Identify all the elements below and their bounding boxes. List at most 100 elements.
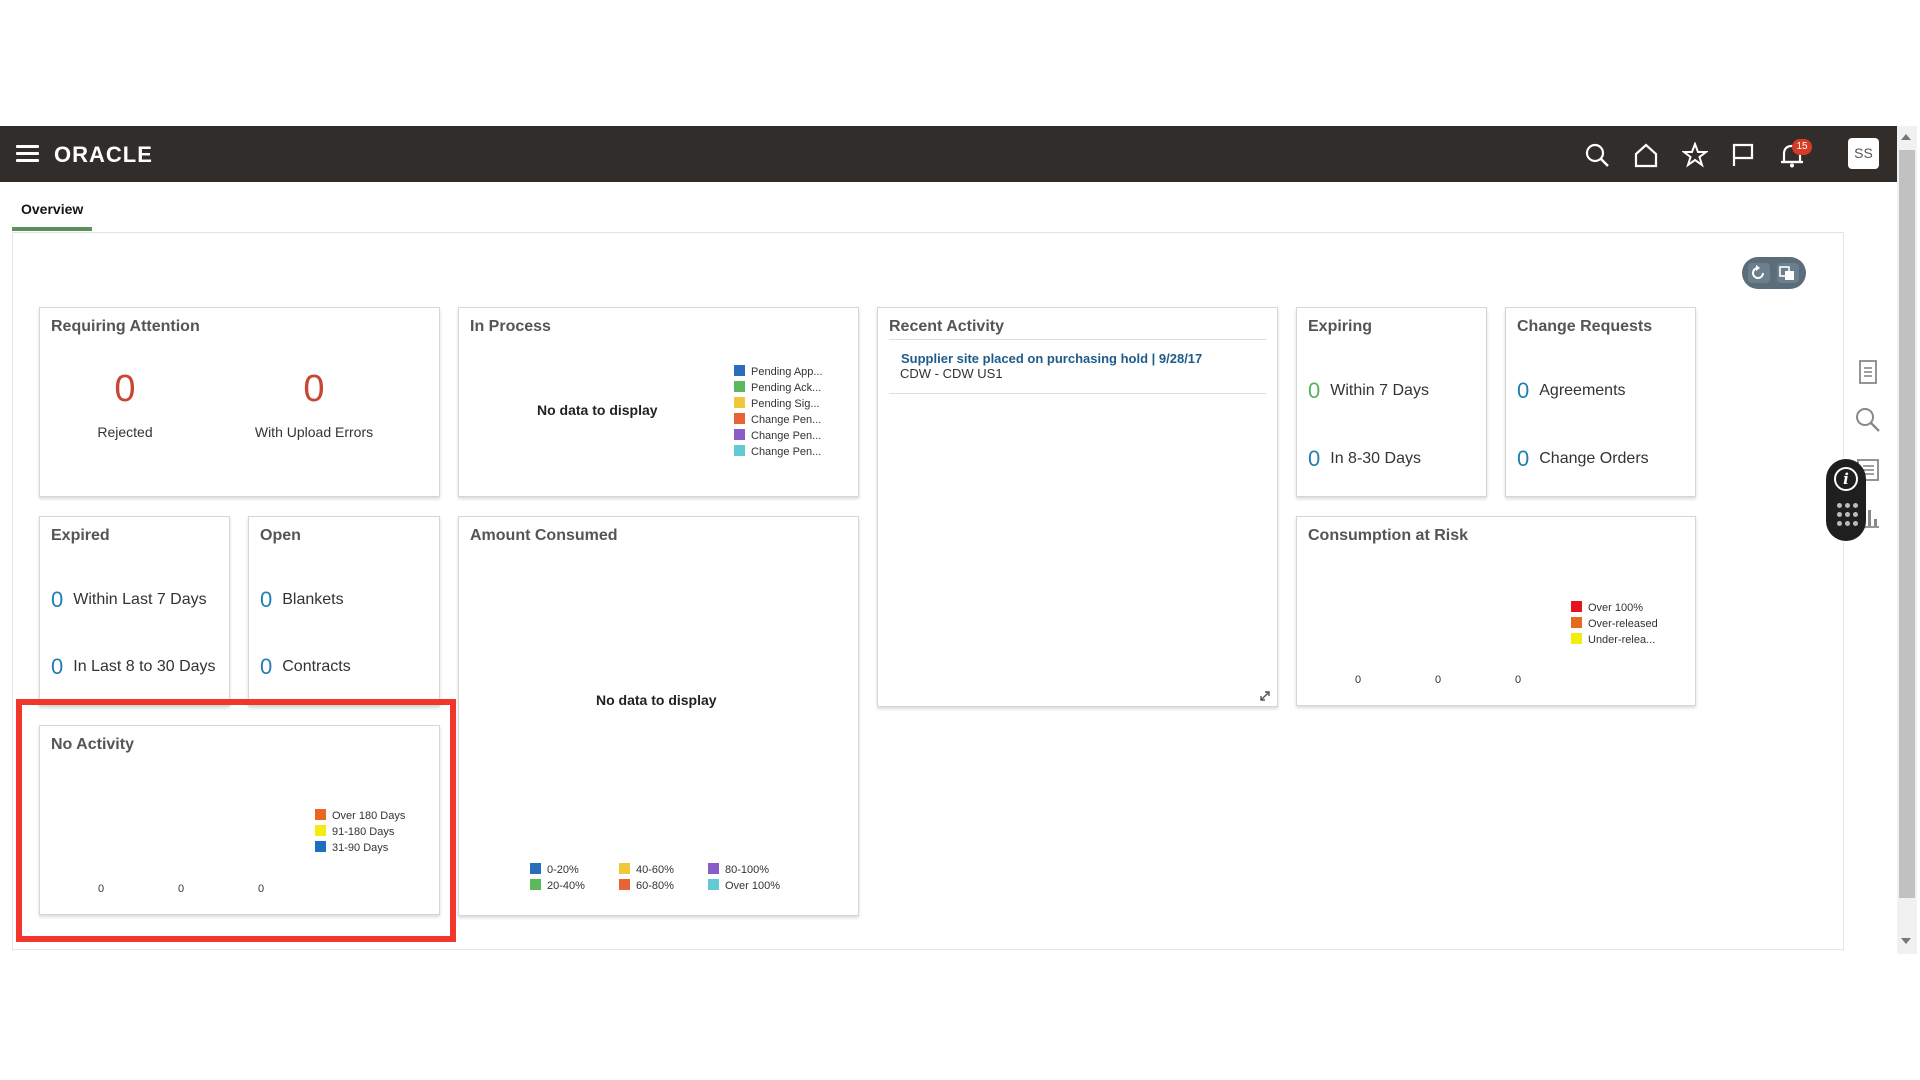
rejected-count[interactable]: 0 xyxy=(100,368,150,411)
card-title[interactable]: Change Requests xyxy=(1517,318,1652,336)
guided-help-widget: i xyxy=(1826,459,1866,541)
legend-swatch xyxy=(315,825,326,836)
tab-overview[interactable]: Overview xyxy=(12,196,93,231)
requiring-attention-card[interactable]: Requiring Attention 0 Rejected 0 With Up… xyxy=(39,307,440,497)
card-title[interactable]: In Process xyxy=(470,318,551,336)
legend-item: 31-90 Days xyxy=(315,840,405,856)
card-title[interactable]: Requiring Attention xyxy=(51,318,200,336)
infolet-toolbar xyxy=(1742,257,1806,289)
legend-item: 60-80% xyxy=(619,878,674,894)
star-icon[interactable] xyxy=(1681,141,1709,168)
legend-swatch xyxy=(708,879,719,890)
metric-value: 0 xyxy=(260,654,273,679)
metric-label: Within Last 7 Days xyxy=(73,591,207,608)
legend-item: Change Pen... xyxy=(734,428,823,444)
activity-link[interactable]: Supplier site placed on purchasing hold … xyxy=(901,351,1202,366)
metric-value: 0 xyxy=(260,587,273,612)
scroll-up-arrow-icon[interactable] xyxy=(1901,134,1911,140)
metric-label: Contracts xyxy=(282,658,351,675)
legend-swatch xyxy=(530,863,541,874)
navigator-menu-icon[interactable] xyxy=(16,145,39,163)
scrollbar-thumb[interactable] xyxy=(1899,150,1915,898)
card-title[interactable]: Recent Activity xyxy=(889,318,1004,336)
scroll-down-arrow-icon[interactable] xyxy=(1901,938,1911,944)
no-data-message: No data to display xyxy=(537,402,658,418)
open-blankets[interactable]: 0 Blankets xyxy=(260,587,344,613)
metric-label: Within 7 Days xyxy=(1330,382,1429,399)
flag-icon[interactable] xyxy=(1730,142,1756,168)
legend-swatch xyxy=(315,841,326,852)
legend-item: Over-released xyxy=(1571,616,1658,632)
user-avatar[interactable]: SS xyxy=(1848,138,1879,169)
legend-item: 0-20% xyxy=(530,862,585,878)
legend-item: Over 100% xyxy=(708,878,780,894)
legend-swatch xyxy=(734,445,745,456)
metric-label: Blankets xyxy=(282,591,344,608)
card-title[interactable]: Amount Consumed xyxy=(470,527,618,545)
amount-consumed-card[interactable]: Amount Consumed No data to display 0-20%… xyxy=(458,516,859,916)
home-icon[interactable] xyxy=(1633,142,1659,168)
metric-label: In Last 8 to 30 Days xyxy=(73,658,216,675)
metric-value: 0 xyxy=(1308,446,1321,471)
card-title[interactable]: Consumption at Risk xyxy=(1308,527,1468,545)
chart-legend: 80-100% Over 100% xyxy=(708,862,780,894)
metric-value: 0 xyxy=(1517,446,1530,471)
expand-icon[interactable] xyxy=(1259,689,1271,701)
consumption-at-risk-card[interactable]: Consumption at Risk Over 100% Over-relea… xyxy=(1296,516,1696,706)
card-title[interactable]: Expiring xyxy=(1308,318,1372,336)
recent-activity-card[interactable]: Recent Activity Supplier site placed on … xyxy=(877,307,1278,707)
legend-swatch xyxy=(734,365,745,376)
page-tabs: Overview xyxy=(12,196,93,231)
chart-legend: Pending App... Pending Ack... Pending Si… xyxy=(734,364,823,460)
expiring-card[interactable]: Expiring 0 Within 7 Days 0 In 8-30 Days xyxy=(1296,307,1487,497)
legend-item: Change Pen... xyxy=(734,412,823,428)
chart-legend: Over 180 Days 91-180 Days 31-90 Days xyxy=(315,808,405,856)
legend-item: Over 100% xyxy=(1571,600,1658,616)
legend-item: 80-100% xyxy=(708,862,780,878)
search-icon[interactable] xyxy=(1584,142,1610,168)
divider xyxy=(889,393,1266,394)
oracle-logo[interactable]: ORACLE xyxy=(54,142,153,168)
open-contracts[interactable]: 0 Contracts xyxy=(260,654,351,680)
axis-value: 0 xyxy=(178,883,185,895)
expired-card[interactable]: Expired 0 Within Last 7 Days 0 In Last 8 t… xyxy=(39,516,230,706)
card-title[interactable]: Expired xyxy=(51,527,110,545)
document-icon[interactable] xyxy=(1854,358,1882,386)
legend-swatch xyxy=(1571,601,1582,612)
legend-swatch xyxy=(734,381,745,392)
expired-within-7-days[interactable]: 0 Within Last 7 Days xyxy=(51,587,207,613)
refresh-icon[interactable] xyxy=(1748,263,1770,283)
card-title[interactable]: Open xyxy=(260,527,301,545)
legend-swatch xyxy=(530,879,541,890)
change-requests-card[interactable]: Change Requests 0 Agreements 0 Change Orde… xyxy=(1505,307,1696,497)
chart-legend: 0-20% 20-40% xyxy=(530,862,585,894)
in-process-card[interactable]: In Process No data to display Pending Ap… xyxy=(458,307,859,497)
activity-subtitle: CDW - CDW US1 xyxy=(900,366,1003,381)
no-activity-card[interactable]: No Activity Over 180 Days 91-180 Days 31… xyxy=(39,725,440,915)
expiring-8-30-days[interactable]: 0 In 8-30 Days xyxy=(1308,446,1421,472)
legend-item: 40-60% xyxy=(619,862,674,878)
legend-swatch xyxy=(619,879,630,890)
legend-item: 20-40% xyxy=(530,878,585,894)
legend-swatch xyxy=(734,429,745,440)
metric-label: In 8-30 Days xyxy=(1330,450,1421,467)
expired-8-30-days[interactable]: 0 In Last 8 to 30 Days xyxy=(51,654,216,680)
legend-item: Pending App... xyxy=(734,364,823,380)
open-card[interactable]: Open 0 Blankets 0 Contracts xyxy=(248,516,440,706)
keypad-icon[interactable] xyxy=(1837,503,1858,527)
change-requests-orders[interactable]: 0 Change Orders xyxy=(1517,446,1649,472)
axis-value: 0 xyxy=(98,883,105,895)
upload-errors-count[interactable]: 0 xyxy=(289,368,339,411)
card-title[interactable]: No Activity xyxy=(51,736,134,754)
expiring-within-7-days[interactable]: 0 Within 7 Days xyxy=(1308,378,1429,404)
manage-infolets-icon[interactable] xyxy=(1777,263,1799,283)
info-icon[interactable]: i xyxy=(1834,467,1858,491)
change-requests-agreements[interactable]: 0 Agreements xyxy=(1517,378,1626,404)
chart-legend: Over 100% Over-released Under-relea... xyxy=(1571,600,1658,648)
axis-value: 0 xyxy=(1515,674,1522,686)
legend-swatch xyxy=(619,863,630,874)
metric-value: 0 xyxy=(1308,378,1321,403)
upload-errors-label: With Upload Errors xyxy=(254,424,374,440)
rejected-label: Rejected xyxy=(97,424,153,440)
magnifier-icon[interactable] xyxy=(1854,406,1882,434)
